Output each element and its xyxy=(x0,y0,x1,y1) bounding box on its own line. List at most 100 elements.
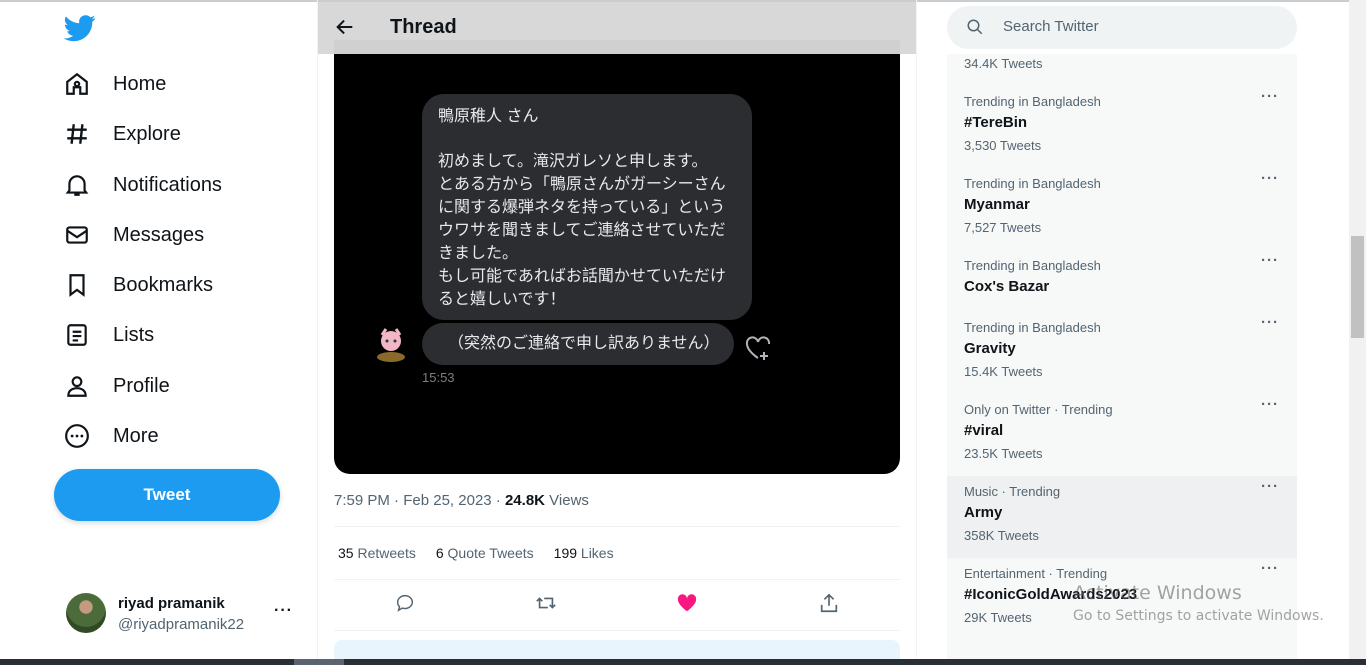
more-icon[interactable]: ··· xyxy=(1261,314,1279,331)
trend-count: 15.4K Tweets xyxy=(964,364,1043,379)
chat-bubble: 鴨原稚人 さん 初めまして。滝沢ガレソと申します。 とある方から「鴨原さんがガー… xyxy=(422,94,752,320)
trend-context: Trending in Bangladesh xyxy=(964,320,1101,335)
search-box[interactable] xyxy=(947,6,1297,49)
envelope-icon xyxy=(66,226,88,244)
more-icon[interactable]: ··· xyxy=(1261,396,1279,413)
watermark-subtitle: Go to Settings to activate Windows. xyxy=(1073,608,1324,624)
trend-count: 7,527 Tweets xyxy=(964,220,1042,235)
hashtag-icon xyxy=(67,124,87,144)
more-icon[interactable]: ··· xyxy=(1261,478,1279,495)
tweet-button[interactable]: Tweet xyxy=(54,469,280,521)
views-count: 24.8K xyxy=(504,492,545,509)
trend-count: 358K Tweets xyxy=(964,528,1039,543)
account-more-icon[interactable]: ··· xyxy=(274,602,293,620)
trend-item[interactable]: Trending in Bangladesh Myanmar 7,527 Twe… xyxy=(947,168,1297,250)
more-icon[interactable]: ··· xyxy=(1261,560,1279,577)
trend-item[interactable]: Trending in Bangladesh Gravity 15.4K Twe… xyxy=(947,312,1297,394)
bookmark-icon xyxy=(69,274,85,297)
nav-label-more: More xyxy=(113,424,159,447)
watermark-title: Activate Windows xyxy=(1073,582,1242,604)
tweet-meta: 7:59 PM · Feb 25, 2023 · 24.8K Views xyxy=(334,492,589,509)
trend-item[interactable]: Trending in Bangladesh #TereBin 3,530 Tw… xyxy=(947,86,1297,168)
more-icon[interactable]: ··· xyxy=(1261,88,1279,105)
trend-count: 29K Tweets xyxy=(964,610,1032,625)
tweet-media-image[interactable]: 鴨原稚人 さん 初めまして。滝沢ガレソと申します。 とある方から「鴨原さんがガー… xyxy=(334,40,900,474)
nav-lists[interactable]: Lists xyxy=(64,315,154,355)
tweet-actions xyxy=(334,588,900,622)
avatar xyxy=(66,593,106,633)
trend-name: Cox's Bazar xyxy=(964,278,1050,295)
trend-context: Trending in Bangladesh xyxy=(964,176,1101,191)
quotes-count: 6 xyxy=(435,545,444,561)
twitter-bird-icon[interactable] xyxy=(64,12,96,44)
trends-panel: 34.4K Tweets Trending in Bangladesh #Ter… xyxy=(947,54,1297,665)
trend-item[interactable]: Only on Twitter · Trending #viral 23.5K … xyxy=(947,394,1297,476)
trend-name: #viral xyxy=(964,422,1004,439)
nav-messages[interactable]: Messages xyxy=(64,215,204,255)
chat-message: 初めまして。滝沢ガレソと申します。 とある方から「鴨原さんがガーシーさん に関す… xyxy=(438,153,726,308)
bell-icon xyxy=(65,175,89,196)
trend-count: 3,530 Tweets xyxy=(964,138,1042,153)
search-icon xyxy=(967,19,983,35)
windows-activation-watermark: Activate Windows Go to Settings to activ… xyxy=(1073,582,1324,624)
trend-name: #TereBin xyxy=(964,114,1028,131)
reply-icon[interactable] xyxy=(394,592,416,614)
home-icon xyxy=(66,72,88,95)
trend-name: Army xyxy=(964,504,1003,521)
nav-home[interactable]: Home xyxy=(64,64,166,104)
chat-avatar-icon xyxy=(377,328,405,362)
nav-label-lists: Lists xyxy=(113,323,155,346)
more-icon[interactable]: ··· xyxy=(1261,170,1279,187)
nav-notifications[interactable]: Notifications xyxy=(64,165,222,205)
likes-count: 199 xyxy=(553,545,578,561)
nav-label-profile: Profile xyxy=(113,374,170,397)
nav-label-notifications: Notifications xyxy=(113,173,222,196)
tweet-stats: 35 Retweets 6 Quote Tweets 199 Likes xyxy=(338,545,614,561)
nav-label-bookmarks: Bookmarks xyxy=(113,273,214,296)
nav-label-messages: Messages xyxy=(113,223,205,246)
trend-item[interactable]: Music · Trending Army 358K Tweets ··· xyxy=(947,476,1297,558)
trend-context: Entertainment · Trending xyxy=(964,566,1108,581)
quotes-label: Quote Tweets xyxy=(447,545,534,561)
scrollbar-thumb[interactable] xyxy=(1351,236,1364,338)
retweets-count: 35 xyxy=(338,545,354,561)
like-icon[interactable] xyxy=(676,592,698,614)
likes-label: Likes xyxy=(580,545,614,561)
trend-context: Trending in Bangladesh xyxy=(964,94,1101,109)
retweets-stat[interactable]: 35 Retweets xyxy=(338,545,416,561)
chat-bubble-apology: （突然のご連絡で申し訳ありません） xyxy=(422,323,734,365)
trend-name: Myanmar xyxy=(964,196,1030,213)
nav-profile[interactable]: Profile xyxy=(64,366,170,406)
chat-timestamp: 15:53 xyxy=(422,370,455,385)
trend-context: Only on Twitter · Trending xyxy=(964,402,1113,417)
nav-label-home: Home xyxy=(113,72,167,95)
quotes-stat[interactable]: 6 Quote Tweets xyxy=(436,545,534,561)
likes-stat[interactable]: 199 Likes xyxy=(554,545,614,561)
divider xyxy=(334,526,900,527)
account-handle: @riyadpramanik22 xyxy=(118,616,245,633)
more-icon[interactable]: ··· xyxy=(1261,252,1279,269)
taskbar-item[interactable] xyxy=(294,659,344,665)
os-taskbar xyxy=(0,659,1366,665)
divider xyxy=(334,630,900,631)
tweet-date[interactable]: Feb 25, 2023 xyxy=(403,492,491,509)
back-arrow-icon[interactable] xyxy=(334,16,356,38)
person-icon xyxy=(67,376,87,397)
main-column: Thread 鴨原稚人 さん 初めまして。滝沢ガレソと申します。 とある方から「… xyxy=(318,0,917,665)
nav-bookmarks[interactable]: Bookmarks xyxy=(64,265,213,305)
retweet-icon[interactable] xyxy=(535,592,557,614)
trend-context: Trending in Bangladesh xyxy=(964,258,1101,273)
divider xyxy=(334,579,900,580)
trend-item[interactable]: Trending in Bangladesh Cox's Bazar ··· xyxy=(947,250,1297,312)
page-title: Thread xyxy=(390,16,457,38)
views-label: Views xyxy=(549,492,589,509)
account-switcher[interactable]: riyad pramanik @riyadpramanik22 ··· xyxy=(64,590,304,638)
search-input[interactable] xyxy=(1003,18,1283,35)
nav-label-explore: Explore xyxy=(113,122,181,145)
nav-explore[interactable]: Explore xyxy=(64,114,181,154)
share-icon[interactable] xyxy=(818,592,840,614)
nav-more[interactable]: More xyxy=(64,416,159,456)
heart-plus-icon xyxy=(745,336,771,360)
tweet-time: 7:59 PM xyxy=(334,492,390,509)
list-icon xyxy=(67,324,87,346)
